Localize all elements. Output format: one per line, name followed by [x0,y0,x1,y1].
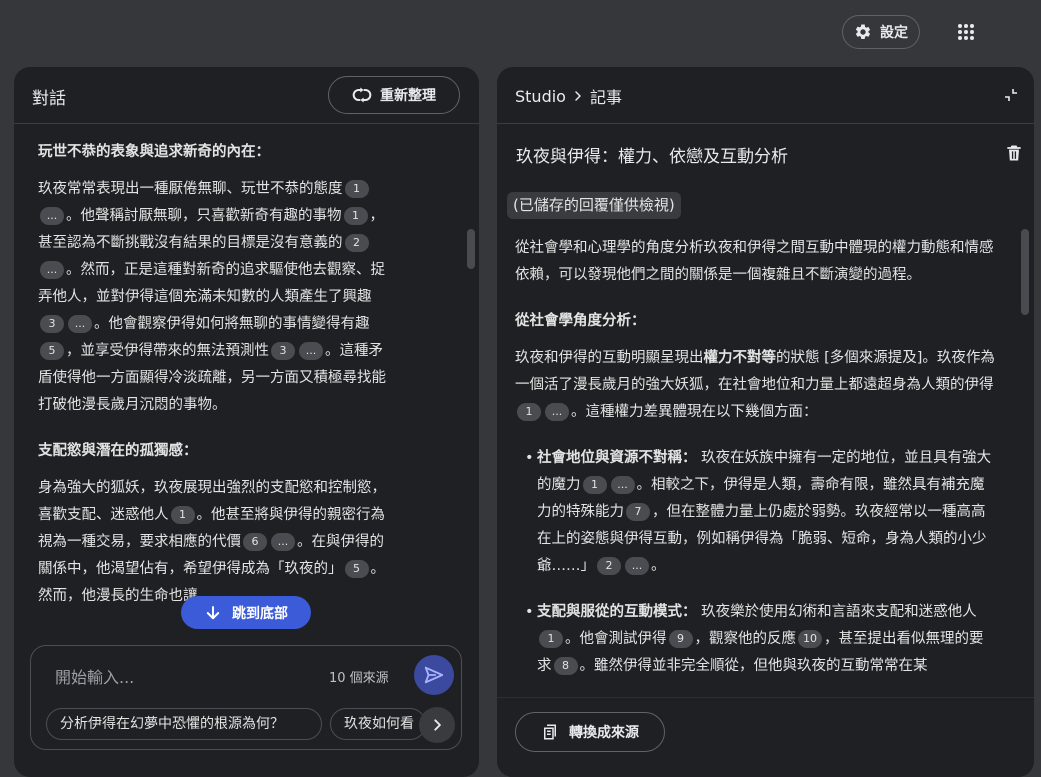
text-run: 。他會觀察伊得如何將無聊的事情變得有趣 [94,316,370,332]
text-run: 。雖然伊得並非完全順從，但他與玖夜的互動常常在某 [579,658,928,674]
paragraph: 玖夜常常表現出一種厭倦無聊、玩世不恭的態度 1... 。他聲稱討厭無聊，只喜歡新奇有… [38,176,388,419]
collapse-panel-button[interactable] [1003,87,1019,103]
text-run: 。然而，正是這種對新奇的追求驅使他去觀察、捉弄他人，並對伊得這個充滿未知數的人類… [38,262,385,305]
citation-chip[interactable]: 1 [170,506,195,524]
chevron-right-icon [575,91,581,101]
citation-chip[interactable]: ... [271,533,295,551]
breadcrumb-notes: 記事 [589,88,622,107]
saved-response-badge: (已儲存的回覆僅供檢視) [507,192,681,219]
note-footer: 轉換成來源 [497,697,1034,777]
citation-chip[interactable]: 2 [344,234,369,252]
chat-title: 對話 [32,89,66,109]
apps-button[interactable] [952,18,980,46]
list-item: 社會地位與資源不對稱： 玖夜在妖族中擁有一定的地位，並且具有強大的魔力1...。… [515,445,995,580]
bold-text: 社會地位與資源不對稱： [537,450,697,466]
citation-chip[interactable]: 1 [517,403,541,421]
note-title: 玖夜與伊得：權力、依戀及互動分析 [516,147,788,167]
citation-chip[interactable]: 9 [668,630,693,648]
text-run: ，並享受伊得帶來的無法預測性 [66,343,269,359]
suggestion-chip-2[interactable]: 玖夜如何看 [330,708,426,740]
citation-chip[interactable]: 5 [344,560,369,578]
citation-chip[interactable]: 1 [539,630,563,648]
gear-icon [855,24,871,39]
chat-scrollbar[interactable] [467,229,475,269]
text-run: 。他會測試伊得 [565,631,667,647]
citation-chip[interactable]: 7 [626,503,650,521]
studio-panel: Studio 記事 玖夜與伊得：權力、依戀及互動分析 (已儲存的回覆僅供檢視) … [497,67,1034,777]
refresh-label: 重新整理 [380,88,436,104]
delete-note-button[interactable] [1004,143,1024,163]
text-run: 。 [651,558,666,574]
text-run: 玖夜常常表現出一種厭倦無聊、玩世不恭的態度 [38,181,343,197]
paragraph: 身為強大的狐妖，玖夜展現出強烈的支配慾和控制慾，喜歡支配、迷惑他人 1 。他甚至將與… [38,475,388,610]
trash-icon [1007,145,1021,161]
section-heading: 支配慾與潛在的孤獨感： [38,443,198,459]
section-heading: 玩世不恭的表象與追求新奇的內在： [38,144,270,160]
convert-label: 轉換成來源 [569,725,639,741]
suggestions-next-button[interactable] [419,707,455,743]
citation-chip[interactable]: 5 [40,342,64,360]
text-run: 玖夜和伊得的互動明顯呈現出 [515,350,704,366]
bold-text: 權力不對等 [703,350,777,366]
source-count: 10 個來源 [329,671,389,686]
convert-to-source-button[interactable]: 轉換成來源 [515,712,665,752]
citation-chip[interactable]: ... [625,557,649,575]
refresh-button[interactable]: 重新整理 [328,76,460,114]
settings-label: 設定 [880,25,908,41]
convert-source-icon [544,724,556,740]
collapse-icon [1005,89,1017,101]
citation-chip[interactable]: 2 [597,557,621,575]
jump-to-bottom-button[interactable]: 跳到底部 [181,596,311,629]
citation-chip[interactable]: 1 [344,180,369,198]
chat-input-box: 開始輸入... 10 個來源 分析伊得在幻夢中恐懼的根源為何？ 玖夜如何看 [30,645,462,750]
chat-header: 對話 重新整理 [14,67,479,124]
citation-chip[interactable]: 3 [271,342,295,360]
breadcrumb: Studio 記事 [515,84,622,108]
citation-chip[interactable]: 8 [553,657,578,675]
note-intro: 從社會學和心理學的角度分析玖夜和伊得之間互動中體現的權力動態和情感依賴，可以發現… [515,240,994,283]
citation-chip[interactable]: 6 [243,533,267,551]
citation-chip[interactable]: ... [40,207,64,225]
text-run: 。這種權力差異體現在以下幾個方面： [571,404,818,420]
refresh-icon [352,87,372,103]
text-run: 玖夜樂於使用幻術和言語來支配和迷惑他人 [696,604,977,620]
section-heading: 從社會學角度分析： [515,313,646,329]
citation-chip[interactable]: 3 [40,315,64,333]
citation-chip[interactable]: ... [40,261,64,279]
paragraph: 玖夜和伊得的互動明顯呈現出權力不對等的狀態 [多個來源提及]。玖夜作為一個活了漫… [515,345,995,426]
citation-chip[interactable]: 1 [582,476,607,494]
text-run: ，觀察他的反應 [694,631,797,647]
citation-chip[interactable]: ... [610,476,635,494]
chat-message: 玩世不恭的表象與追求新奇的內在： 玖夜常常表現出一種厭倦無聊、玩世不恭的態度 1..… [38,139,388,629]
chat-input[interactable]: 開始輸入... [55,664,134,688]
suggestion-chip-1[interactable]: 分析伊得在幻夢中恐懼的根源為何？ [46,708,322,740]
breadcrumb-studio[interactable]: Studio [515,87,566,106]
bold-text: 支配與服從的互動模式： [537,604,697,620]
citation-chip[interactable]: 10 [798,630,822,648]
bullet-list: 社會地位與資源不對稱： 玖夜在妖族中擁有一定的地位，並且具有強大的魔力1...。… [515,445,995,680]
citation-chip[interactable]: ... [68,315,92,333]
arrow-down-icon [206,605,220,619]
text-run: 。他聲稱討厭無聊，只喜歡新奇有趣的事物 [66,208,342,224]
jump-label: 跳到底部 [232,605,288,622]
chevron-right-icon [434,719,441,731]
citation-chip[interactable]: ... [545,403,569,421]
note-body: 從社會學和心理學的角度分析玖夜和伊得之間互動中體現的權力動態和情感依賴，可以發現… [515,235,995,699]
list-item: 支配與服從的互動模式： 玖夜樂於使用幻術和言語來支配和迷惑他人 1。他會測試伊得9… [515,599,995,680]
send-button[interactable] [414,655,454,695]
studio-header: Studio 記事 [497,67,1034,124]
send-icon [424,666,444,684]
apps-grid-icon [958,24,974,40]
citation-chip[interactable]: 1 [343,207,368,225]
note-scrollbar[interactable] [1021,229,1029,315]
citation-chip[interactable]: ... [299,342,323,360]
settings-button[interactable]: 設定 [842,15,920,49]
